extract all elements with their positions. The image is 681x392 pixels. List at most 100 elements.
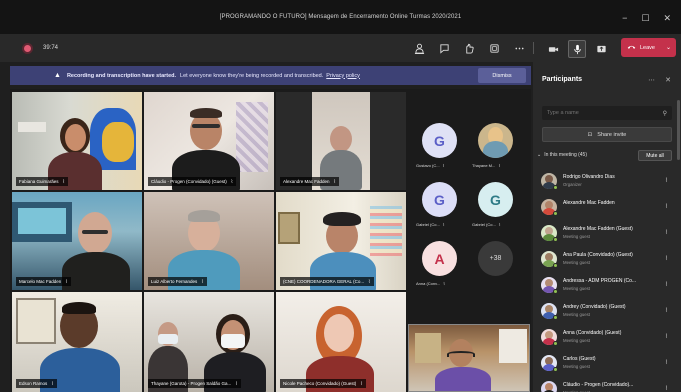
participant-name: Luiz Alberto Fernandes ⌇	[148, 277, 207, 286]
microphone-off-icon: ⌇	[665, 308, 668, 314]
microphone-icon: ⌇	[201, 278, 204, 285]
dismiss-button[interactable]: Dismiss	[478, 68, 526, 83]
video-tile[interactable]: Edson Ramos ⌇	[12, 292, 142, 392]
meeting-timer: 39:74	[43, 45, 59, 51]
list-item[interactable]: Rodrigo Olivandro Dias Organizer ⌇	[533, 168, 681, 194]
microphone-off-icon: ⌇	[665, 386, 668, 392]
microphone-icon: ⌇	[442, 163, 445, 168]
mute-all-button[interactable]: Mute all	[638, 150, 672, 161]
recording-banner: ▲ Recording and transcription have start…	[10, 66, 531, 85]
microphone-off-icon: ⌇	[665, 204, 668, 210]
search-icon: ⚲	[662, 110, 667, 117]
microphone-icon: ⌇	[65, 278, 68, 285]
video-tile[interactable]: Luiz Alberto Fernandes ⌇	[144, 192, 274, 290]
privacy-policy-link[interactable]: Privacy policy	[326, 73, 360, 79]
list-item[interactable]: Alexandre Mac Fadden ⌇	[533, 194, 681, 220]
chevron-down-icon: ⌄	[537, 152, 542, 158]
participant-avatar-photo[interactable]	[478, 123, 513, 158]
leave-button[interactable]: Leave ⌄	[621, 38, 676, 57]
participant-avatar[interactable]: G	[478, 182, 513, 217]
share-invite-button[interactable]: ⊡ Share invite	[542, 127, 672, 142]
microphone-off-icon: ⌇	[665, 178, 668, 184]
window-title: [PROGRAMANDO O FUTURO] Mensagem de Encer…	[219, 14, 462, 20]
video-tile[interactable]: Marcelo Mac Fadden ⌇	[12, 192, 142, 290]
share-screen-icon[interactable]	[594, 42, 608, 56]
microphone-icon: ⌇	[360, 380, 363, 387]
microphone-off-icon: ⌇	[665, 256, 668, 262]
status-icon	[553, 367, 558, 372]
video-stage: Fabiana Guimarães ⌇ Cláudio - Progen (Con…	[10, 89, 531, 392]
microphone-off-icon: ⌇	[665, 282, 668, 288]
video-tile[interactable]: Alexandre Mac Fadden ⌇	[276, 92, 406, 190]
avatar	[541, 381, 557, 392]
list-item[interactable]: Andressa - ADM PROGEN (Co... Meeting gue…	[533, 272, 681, 298]
participant-avatar[interactable]: G	[422, 123, 457, 158]
self-view[interactable]	[408, 324, 530, 392]
participants-icon[interactable]	[412, 41, 426, 55]
microphone-icon: ⌇	[443, 281, 446, 286]
close-icon[interactable]: ✕	[665, 76, 671, 84]
microphone-icon[interactable]	[568, 40, 586, 58]
share-icon: ⊡	[587, 131, 593, 138]
list-item[interactable]: Carlos (Guest) Meeting guest ⌇	[533, 350, 681, 376]
microphone-icon: ⌇	[442, 222, 445, 227]
participant-search[interactable]: ⚲	[542, 106, 672, 120]
search-input[interactable]	[547, 110, 647, 116]
panel-scrollbar[interactable]	[677, 100, 680, 160]
video-tile[interactable]: Cláudio - Progen (Convidado) (Guest) ⌇	[144, 92, 274, 190]
video-tile[interactable]: Nicole Pacheco (Convidado) (Guest) ⌇	[276, 292, 406, 392]
maximize-button[interactable]: ☐	[641, 13, 649, 24]
participant-name: Fabiana Guimarães ⌇	[16, 177, 68, 186]
rooms-icon[interactable]	[487, 41, 501, 55]
participant-avatar[interactable]: A	[422, 241, 457, 276]
microphone-icon: ⌇	[230, 178, 234, 185]
list-item[interactable]: Anna (Convidado) (Guest) Meeting guest ⌇	[533, 324, 681, 350]
minimize-button[interactable]: −	[622, 13, 627, 24]
participant-name: Marcelo Mac Fadden ⌇	[16, 277, 71, 286]
list-item[interactable]: Andrey (Convidado) (Guest) Meeting guest…	[533, 298, 681, 324]
more-options-icon[interactable]	[512, 41, 526, 55]
microphone-icon: ⌇	[51, 380, 54, 387]
participant-name: Nicole Pacheco (Convidado) (Guest) ⌇	[280, 379, 366, 388]
avatar-label: Thayane M... ⌇	[472, 163, 501, 168]
leave-label: Leave	[640, 44, 655, 51]
reactions-icon[interactable]	[462, 41, 476, 55]
camera-icon[interactable]	[546, 42, 560, 56]
title-bar: [PROGRAMANDO O FUTURO] Mensagem de Encer…	[0, 0, 681, 34]
chat-icon[interactable]	[437, 41, 451, 55]
banner-body: Let everyone know they're being recorded…	[180, 72, 324, 79]
more-participants-button[interactable]: +38	[478, 241, 513, 276]
microphone-off-icon: ⌇	[665, 360, 668, 366]
pop-out-icon[interactable]: ⋯	[648, 76, 655, 84]
participant-avatar[interactable]: G	[422, 182, 457, 217]
status-icon	[553, 315, 558, 320]
participant-name: Edson Ramos ⌇	[16, 379, 57, 388]
microphone-icon: ⌇	[235, 380, 238, 387]
video-tile[interactable]: Fabiana Guimarães ⌇	[12, 92, 142, 190]
status-icon	[553, 211, 558, 216]
recording-indicator: 39:74	[24, 44, 59, 52]
banner-headline: Recording and transcription have started…	[66, 72, 177, 79]
window-controls: − ☐ ✕	[622, 13, 671, 24]
close-window-button[interactable]: ✕	[663, 13, 671, 24]
meeting-toolbar: 39:74	[0, 34, 681, 62]
video-tile[interactable]: (CNE) COORDENADORA GERAL (Co... ⌇	[276, 192, 406, 290]
list-item[interactable]: Ana Paula (Convidado) (Guest) Meeting gu…	[533, 246, 681, 272]
list-item[interactable]: Cláudio - Progen (Convidado)... Meeting …	[533, 376, 681, 392]
avatar-label: Gustavo (C... ⌇	[416, 163, 445, 168]
microphone-off-icon: ⌇	[665, 334, 668, 340]
microphone-icon: ⌇	[333, 178, 336, 185]
microphone-icon: ⌇	[62, 178, 65, 185]
status-icon	[553, 289, 558, 294]
video-tile[interactable]: Thayane (Garota) - Progen Saldão Ga... ⌇	[144, 292, 274, 392]
chevron-down-icon[interactable]: ⌄	[666, 44, 671, 51]
meeting-section-header[interactable]: ⌄ In this meeting (45)	[537, 152, 587, 158]
microphone-icon: ⌇	[368, 278, 371, 285]
avatar-label: Gabriel (Co... ⌇	[472, 222, 501, 227]
participant-name: (CNE) COORDENADORA GERAL (Co... ⌇	[280, 277, 374, 286]
phone-hangup-icon	[627, 44, 636, 52]
list-item[interactable]: Alexandre Mac Fadden (Guest) Meeting gue…	[533, 220, 681, 246]
record-icon	[24, 44, 31, 52]
microphone-off-icon: ⌇	[665, 230, 668, 236]
status-icon	[553, 237, 558, 242]
